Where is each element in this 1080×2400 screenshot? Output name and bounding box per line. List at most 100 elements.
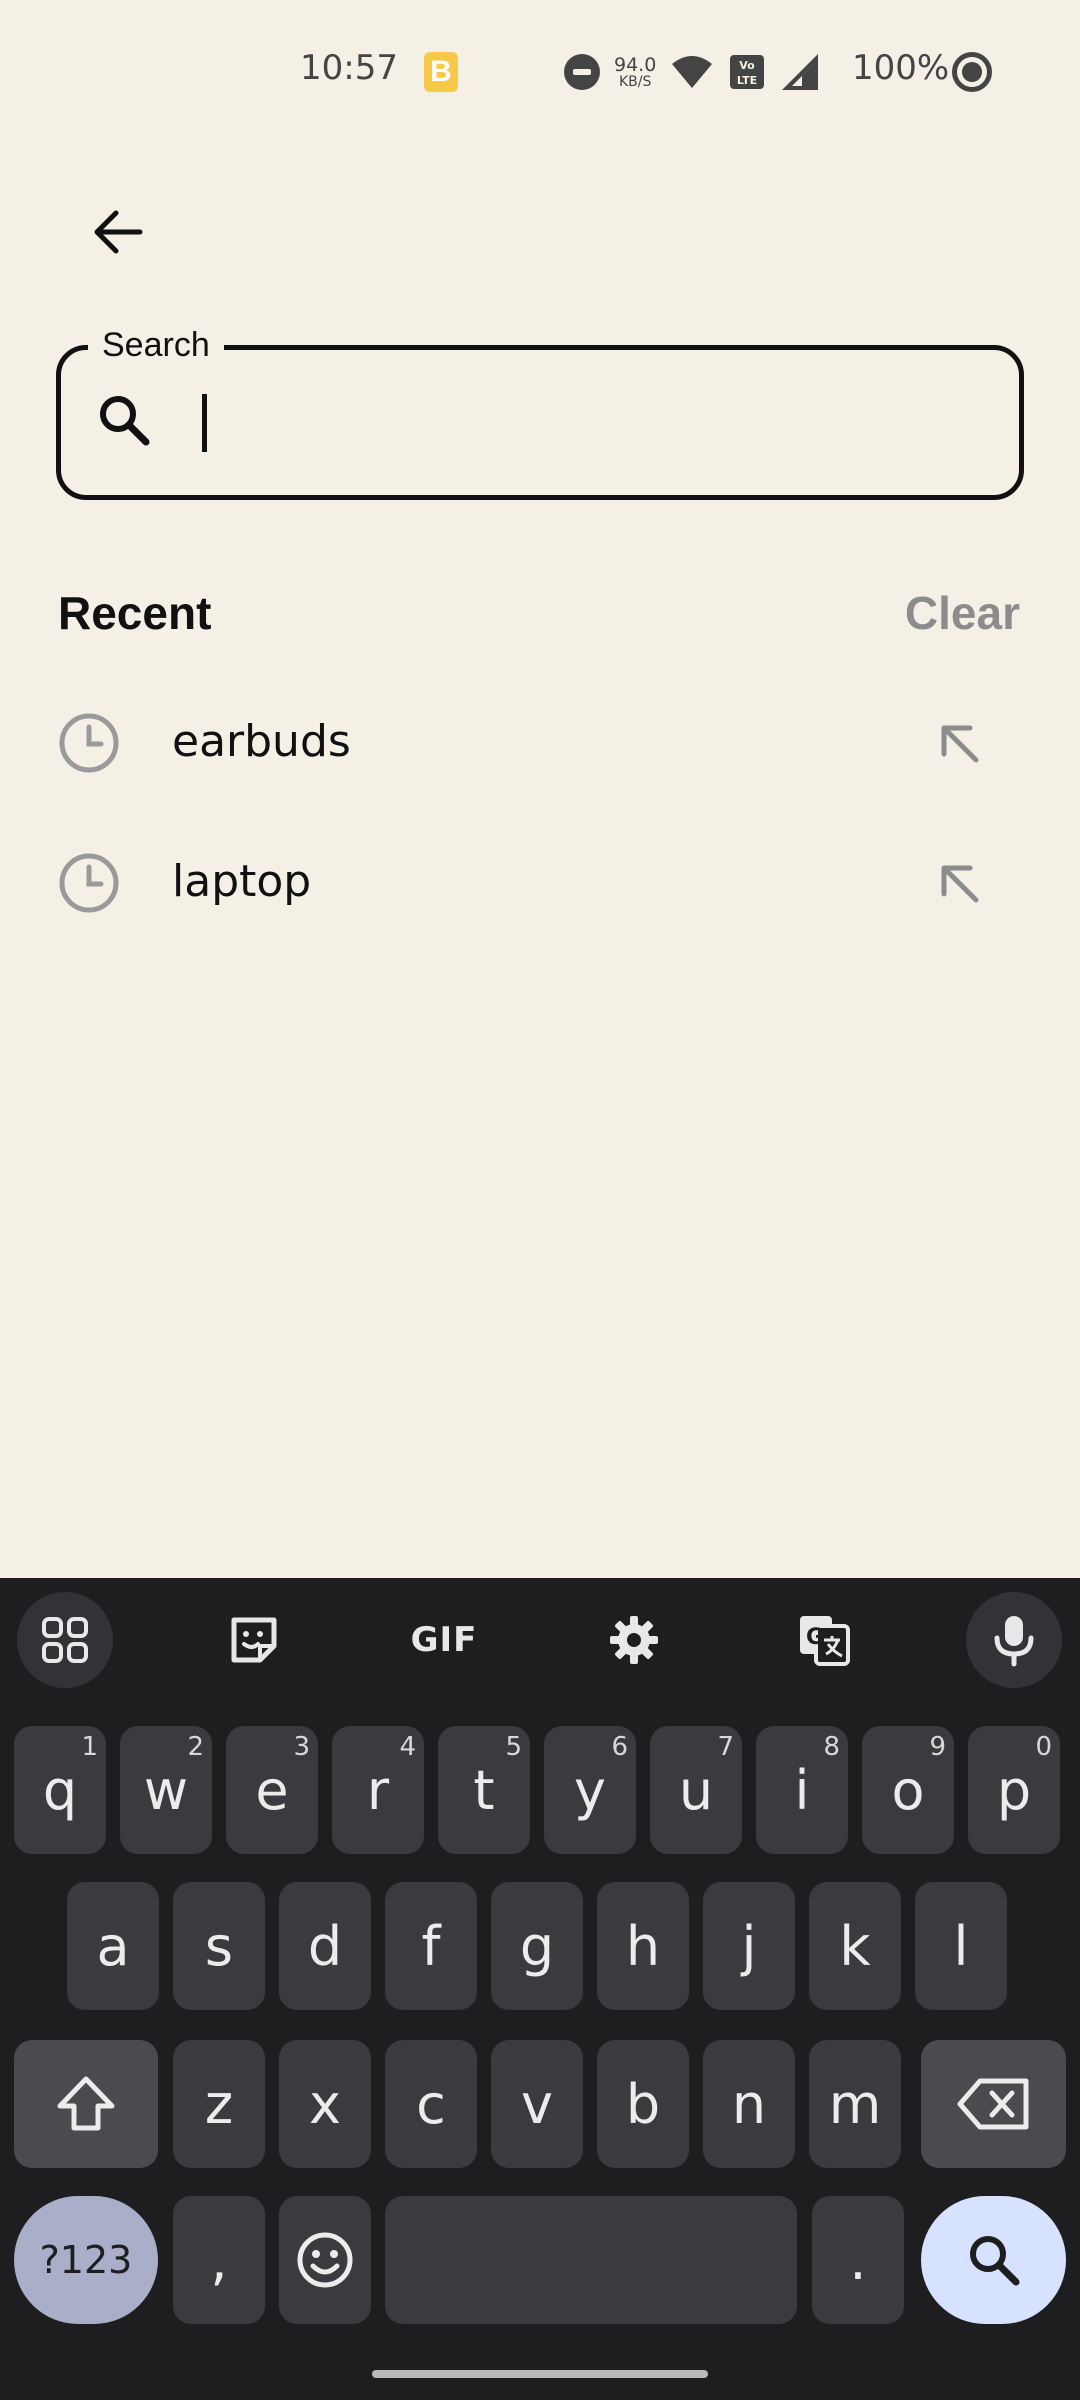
key-hint: 6: [611, 1732, 628, 1762]
settings-button[interactable]: [586, 1592, 682, 1688]
key-hint: 1: [81, 1732, 98, 1762]
key-label: a: [96, 1914, 130, 1978]
battery-percent: 100%: [852, 48, 950, 88]
search-key[interactable]: [921, 2196, 1066, 2324]
key-label: f: [421, 1914, 441, 1978]
key-hint: 4: [399, 1732, 416, 1762]
key-l[interactable]: l: [915, 1882, 1007, 2010]
key-o[interactable]: o9: [862, 1726, 954, 1854]
key-b[interactable]: b: [597, 2040, 689, 2168]
key-label: n: [731, 2072, 767, 2136]
svg-text:G: G: [806, 1625, 824, 1650]
grid-icon: [42, 1617, 88, 1663]
network-speed-value: 94.0: [614, 53, 657, 76]
clear-button[interactable]: Clear: [905, 586, 1020, 640]
svg-text:LTE: LTE: [737, 74, 757, 87]
key-label: x: [309, 2072, 341, 2136]
space-key[interactable]: [385, 2196, 797, 2324]
emoji-key[interactable]: [279, 2196, 371, 2324]
key-label: p: [996, 1758, 1032, 1822]
navigation-handle[interactable]: [372, 2370, 708, 2378]
emoji-icon: [297, 2232, 353, 2288]
key-label: h: [625, 1914, 661, 1978]
key-hint: 9: [929, 1732, 946, 1762]
key-s[interactable]: s: [173, 1882, 265, 2010]
network-speed: 94.0 KB/S: [614, 53, 657, 89]
recent-item[interactable]: earbuds: [0, 676, 1080, 806]
comma-key[interactable]: ,: [173, 2196, 265, 2324]
voice-input-button[interactable]: [966, 1592, 1062, 1688]
key-hint: 0: [1035, 1732, 1052, 1762]
key-n[interactable]: n: [703, 2040, 795, 2168]
clock-icon: [59, 853, 119, 913]
key-h[interactable]: h: [597, 1882, 689, 2010]
back-button[interactable]: [78, 192, 158, 272]
backspace-icon: [957, 2078, 1028, 2130]
key-p[interactable]: p0: [968, 1726, 1060, 1854]
arrow-up-left-icon[interactable]: [930, 714, 990, 774]
key-a[interactable]: a: [67, 1882, 159, 2010]
key-f[interactable]: f: [385, 1882, 477, 2010]
clock-icon: [59, 713, 119, 773]
arrow-up-left-icon[interactable]: [930, 854, 990, 914]
key-label: b: [625, 2072, 661, 2136]
backspace-key[interactable]: [921, 2040, 1066, 2168]
arrow-left-icon: [94, 210, 143, 254]
key-label: z: [204, 2072, 234, 2136]
cell-signal-icon: [782, 54, 819, 90]
key-label: i: [794, 1758, 810, 1822]
key-c[interactable]: c: [385, 2040, 477, 2168]
translate-icon: G: [800, 1616, 850, 1666]
key-label: v: [521, 2072, 553, 2136]
key-j[interactable]: j: [703, 1882, 795, 2010]
key-q[interactable]: q1: [14, 1726, 106, 1854]
key-label: y: [574, 1758, 606, 1822]
key-hint: 7: [717, 1732, 734, 1762]
key-z[interactable]: z: [173, 2040, 265, 2168]
notification-app-icon: B: [424, 52, 458, 92]
key-t[interactable]: t5: [438, 1726, 530, 1854]
translate-button[interactable]: G: [776, 1592, 872, 1688]
gear-icon: [610, 1616, 658, 1664]
key-w[interactable]: w2: [120, 1726, 212, 1854]
key-v[interactable]: v: [491, 2040, 583, 2168]
volte-icon: Vo LTE: [730, 55, 765, 89]
status-bar: 10:57 B 94.0 KB/S Vo LTE 100%: [0, 0, 1080, 140]
recent-heading: Recent: [58, 587, 212, 639]
key-r[interactable]: r4: [332, 1726, 424, 1854]
key-label: j: [741, 1914, 757, 1978]
symbols-key-label: ?123: [39, 2238, 133, 2282]
recent-item-label: earbuds: [172, 716, 351, 767]
key-hint: 8: [823, 1732, 840, 1762]
key-m[interactable]: m: [809, 2040, 901, 2168]
key-x[interactable]: x: [279, 2040, 371, 2168]
symbols-key[interactable]: ?123: [14, 2196, 158, 2324]
sticker-button[interactable]: [206, 1592, 302, 1688]
key-label: e: [255, 1758, 289, 1822]
key-d[interactable]: d: [279, 1882, 371, 2010]
key-k[interactable]: k: [809, 1882, 901, 2010]
key-i[interactable]: i8: [756, 1726, 848, 1854]
key-label: t: [473, 1758, 495, 1822]
key-label: l: [953, 1914, 969, 1978]
gif-button[interactable]: GIF: [396, 1592, 492, 1688]
key-hint: 5: [505, 1732, 522, 1762]
key-label: d: [307, 1914, 343, 1978]
recent-item[interactable]: laptop: [0, 816, 1080, 946]
key-e[interactable]: e3: [226, 1726, 318, 1854]
period-key[interactable]: .: [812, 2196, 904, 2324]
key-label: w: [143, 1758, 189, 1822]
search-icon: [100, 396, 150, 446]
key-label: q: [42, 1758, 78, 1822]
shift-key[interactable]: [14, 2040, 158, 2168]
apps-button[interactable]: [17, 1592, 113, 1688]
key-hint: 3: [293, 1732, 310, 1762]
key-label: k: [839, 1914, 871, 1978]
key-g[interactable]: g: [491, 1882, 583, 2010]
key-label: r: [366, 1758, 390, 1822]
key-label: c: [416, 2072, 446, 2136]
text-cursor: [202, 394, 207, 452]
key-y[interactable]: y6: [544, 1726, 636, 1854]
search-input[interactable]: [196, 380, 976, 464]
key-u[interactable]: u7: [650, 1726, 742, 1854]
